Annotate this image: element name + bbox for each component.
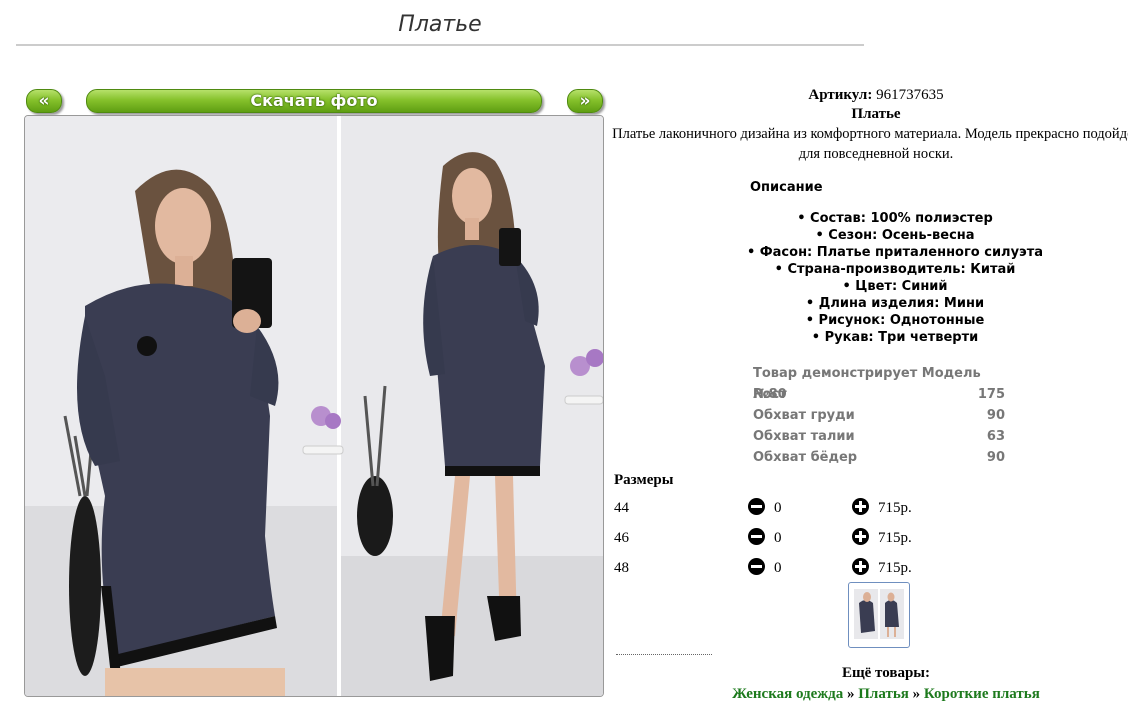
model-value: 63	[986, 429, 1005, 444]
properties-list: • Состав: 100% полиэстер • Сезон: Осень-…	[700, 210, 1090, 346]
product-details: Артикул: 961737635 Платье Платье лаконич…	[606, 86, 1128, 164]
plus-icon[interactable]	[852, 528, 869, 545]
size-label: 48	[614, 560, 629, 576]
property-item: • Состав: 100% полиэстер	[797, 211, 993, 226]
model-value: 90	[986, 408, 1005, 423]
plus-icon[interactable]	[852, 498, 869, 515]
property-item: • Фасон: Платье приталенного силуэта	[746, 245, 1044, 260]
plus-icon[interactable]	[852, 558, 869, 575]
property-item: • Рукав: Три четверти	[811, 330, 979, 345]
size-quantity: 0	[774, 530, 782, 546]
model-label: Обхват бёдер	[753, 450, 858, 465]
property-item: • Цвет: Синий	[842, 279, 948, 294]
next-photo-button[interactable]: »	[567, 89, 603, 113]
product-photo[interactable]	[24, 115, 604, 697]
page-title: Платье	[398, 12, 482, 37]
minus-icon[interactable]	[748, 558, 765, 575]
model-label: Рост	[753, 387, 787, 402]
model-measurements: Товар демонстрирует Модель №80 Рост 175 …	[753, 363, 1005, 468]
description-heading: Описание	[750, 180, 823, 195]
product-photo-image	[25, 116, 603, 696]
size-row: 44 0 715р.	[614, 498, 934, 522]
product-description: Платье лаконичного дизайна из комфортног…	[612, 126, 1128, 162]
more-products: Ещё товары: Женская одежда » Платья » Ко…	[700, 663, 1072, 705]
size-price: 715р.	[878, 500, 912, 516]
breadcrumb-separator: »	[912, 686, 921, 702]
size-price: 715р.	[878, 530, 912, 546]
model-value: 175	[977, 387, 1005, 402]
title-divider	[16, 44, 864, 46]
model-row: Обхват талии 63	[753, 426, 1005, 447]
breadcrumb-link-short-dresses[interactable]: Короткие платья	[924, 686, 1040, 702]
model-row: Обхват бёдер 90	[753, 447, 1005, 468]
size-row: 46 0 715р.	[614, 528, 934, 552]
product-thumbnail[interactable]	[848, 582, 910, 648]
more-products-heading: Ещё товары:	[841, 665, 931, 681]
model-label: Товар демонстрирует Модель №80	[753, 366, 981, 402]
size-label: 44	[614, 500, 629, 516]
size-quantity: 0	[774, 560, 782, 576]
minus-icon[interactable]	[748, 528, 765, 545]
breadcrumb-link-dresses[interactable]: Платья	[858, 686, 909, 702]
product-name: Платье	[851, 106, 901, 122]
article-value: 961737635	[876, 87, 944, 103]
size-row: 48 0 715р.	[614, 558, 934, 582]
model-value: 90	[986, 450, 1005, 465]
property-item: • Рисунок: Однотонные	[805, 313, 985, 328]
download-photo-button[interactable]: Скачать фото	[86, 89, 542, 113]
sizes-heading: Размеры	[614, 472, 674, 488]
truncated-text	[616, 654, 712, 661]
model-row: Обхват груди 90	[753, 405, 1005, 426]
minus-icon[interactable]	[748, 498, 765, 515]
property-item: • Сезон: Осень-весна	[815, 228, 975, 243]
size-price: 715р.	[878, 560, 912, 576]
model-row: Товар демонстрирует Модель №80	[753, 363, 1005, 402]
thumbnail-image	[854, 589, 904, 639]
article-line: Артикул: 961737635	[606, 86, 1128, 104]
article-label: Артикул:	[808, 87, 873, 103]
size-label: 46	[614, 530, 629, 546]
breadcrumb-separator: »	[847, 686, 855, 702]
model-label: Обхват груди	[753, 408, 855, 423]
property-item: • Страна-производитель: Китай	[774, 262, 1016, 277]
property-item: • Длина изделия: Мини	[805, 296, 985, 311]
model-label: Обхват талии	[753, 429, 855, 444]
breadcrumb: Женская одежда » Платья » Короткие плать…	[700, 683, 1072, 705]
model-row: Рост 175	[753, 384, 1005, 405]
breadcrumb-link-womens-clothing[interactable]: Женская одежда	[732, 686, 843, 702]
size-quantity: 0	[774, 500, 782, 516]
prev-photo-button[interactable]: «	[26, 89, 62, 113]
